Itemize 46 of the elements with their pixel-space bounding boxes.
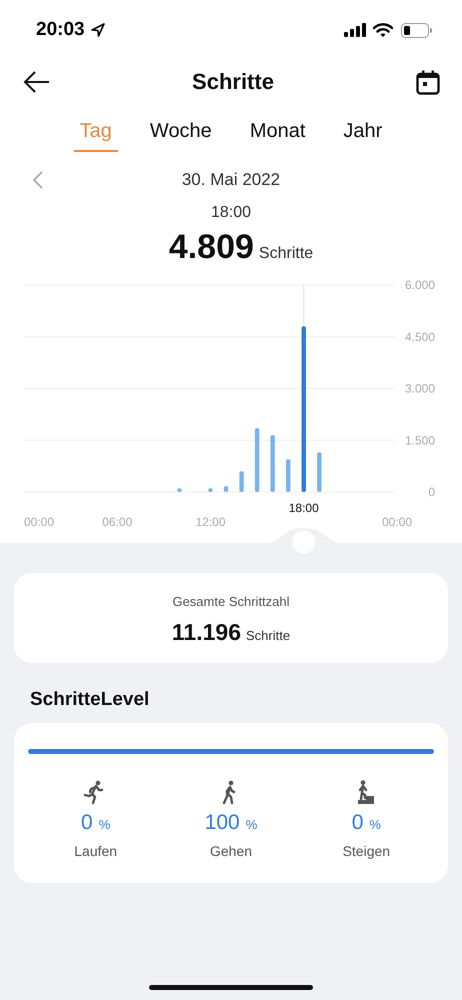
marker-label: 18:00: [288, 501, 319, 515]
date-label: 30. Mai 2022: [182, 170, 280, 190]
axis-label: 6.000: [404, 278, 435, 292]
activity-label: Laufen: [74, 843, 118, 859]
axis-label: 06:00: [102, 515, 132, 529]
activity-label: Steigen: [342, 843, 390, 859]
period-tab[interactable]: Woche: [144, 118, 218, 152]
chart-bar: [317, 452, 322, 492]
axis-label: 00:00: [382, 515, 412, 529]
axis-label: 1.500: [404, 433, 435, 448]
chart-bar: [286, 459, 290, 492]
period-tab[interactable]: Jahr: [337, 118, 388, 152]
location-arrow-icon: [90, 22, 106, 38]
percent-value: 0: [352, 811, 364, 835]
unit-label: Schritte: [246, 628, 290, 643]
axis-label: 12:00: [195, 515, 226, 529]
chart-bar: [177, 488, 182, 492]
percent-sign: %: [246, 817, 258, 832]
page-title: Schritte: [192, 69, 274, 95]
unit-label: Schritte: [258, 245, 314, 263]
chart-bar: [254, 428, 260, 492]
back-button[interactable]: [22, 70, 50, 94]
calendar-button[interactable]: [416, 70, 440, 94]
axis-label: 4.500: [404, 330, 435, 344]
chart-bar: [239, 471, 244, 492]
axis-label: 00:00: [24, 515, 54, 529]
step-count: 4.809: [168, 228, 254, 267]
percent-sign: %: [369, 817, 381, 832]
percent-value: 100: [204, 811, 240, 835]
percent-value: 0: [81, 811, 93, 835]
axis-label: 0: [428, 485, 435, 499]
total-label: Gesamte Schrittzahl: [172, 594, 290, 609]
period-tab[interactable]: Monat: [244, 118, 312, 152]
chart-bar: [270, 435, 275, 492]
selected-time: 18:00: [210, 204, 252, 222]
percent-sign: %: [98, 817, 110, 832]
activity-label: Gehen: [210, 843, 252, 859]
total-steps: 11.196: [172, 619, 241, 646]
wifi-icon: [373, 22, 393, 38]
chart-bar: [208, 488, 213, 492]
section-title: SchritteLevel: [30, 689, 150, 711]
chart-bar: [224, 486, 228, 492]
battery-icon: [401, 22, 432, 38]
axis-label: 3.000: [404, 382, 435, 396]
clock-time: 20:03: [36, 19, 85, 41]
signal-icon: [344, 23, 366, 37]
